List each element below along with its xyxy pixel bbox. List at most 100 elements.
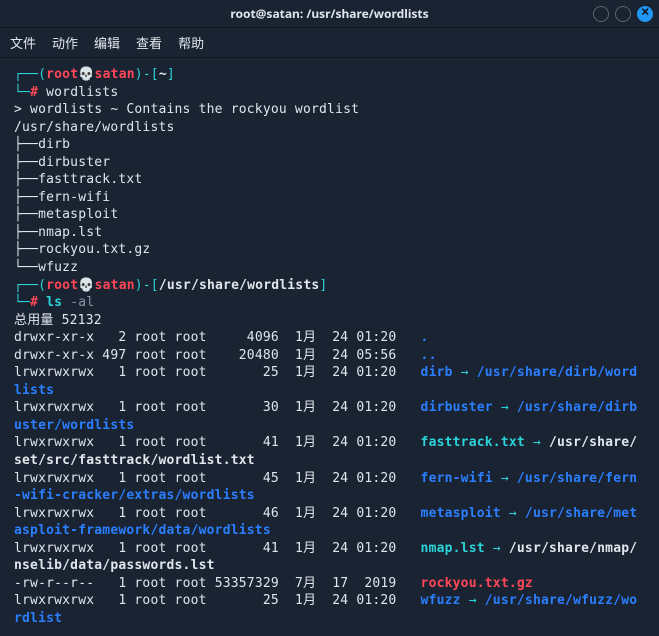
menubar: 文件 动作 编辑 查看 帮助 — [0, 28, 659, 58]
arrow-icon: → — [461, 593, 485, 608]
ls-links: 1 — [102, 541, 134, 556]
ls-name: dirb — [421, 365, 453, 380]
terminal-output[interactable]: ┌──(root💀satan)-[~]└─# wordlists> wordli… — [0, 58, 659, 636]
ls-links: 2 — [102, 330, 134, 345]
menu-actions[interactable]: 动作 — [52, 33, 78, 52]
arrow-icon: → — [501, 506, 525, 521]
ls-links: 1 — [102, 400, 134, 415]
window-controls — [593, 6, 653, 22]
menu-view[interactable]: 查看 — [136, 33, 162, 52]
ls-links: 497 — [102, 348, 134, 363]
menu-help[interactable]: 帮助 — [178, 33, 204, 52]
ls-owner: root root — [134, 593, 214, 608]
ls-size: 46 — [215, 506, 295, 521]
ls-links: 1 — [102, 576, 134, 591]
ls-size: 53357329 — [215, 576, 295, 591]
ls-date: 1月 24 01:20 — [295, 593, 421, 608]
maximize-button[interactable] — [615, 6, 631, 22]
ls-date: 1月 24 01:20 — [295, 400, 421, 415]
titlebar: root@satan: /usr/share/wordlists — [0, 0, 659, 28]
ls-owner: root root — [134, 471, 214, 486]
ls-owner: root root — [134, 330, 214, 345]
ls-links: 1 — [102, 471, 134, 486]
ls-links: 1 — [102, 435, 134, 450]
ls-name: rockyou.txt.gz — [421, 576, 533, 591]
ls-name: nmap.lst — [421, 541, 485, 556]
ls-links: 1 — [102, 593, 134, 608]
ls-owner: root root — [134, 348, 214, 363]
ls-date: 1月 24 01:20 — [295, 435, 421, 450]
menu-edit[interactable]: 编辑 — [94, 33, 120, 52]
ls-perm: lrwxrwxrwx — [14, 593, 102, 608]
ls-perm: lrwxrwxrwx — [14, 506, 102, 521]
tree-item: ├──metasploit — [14, 207, 118, 222]
prompt-path: /usr/share/wordlists — [159, 278, 320, 293]
ls-owner: root root — [134, 576, 214, 591]
cmd-ls: ls — [38, 295, 70, 310]
ls-name: wfuzz — [421, 593, 461, 608]
menu-file[interactable]: 文件 — [10, 33, 36, 52]
ls-size: 30 — [215, 400, 295, 415]
ls-name: metasploit — [421, 506, 501, 521]
ls-date: 1月 24 01:20 — [295, 541, 421, 556]
ls-date: 1月 24 01:20 — [295, 365, 421, 380]
ls-perm: lrwxrwxrwx — [14, 365, 102, 380]
prompt-open: ┌──( — [14, 67, 46, 82]
ls-links: 1 — [102, 365, 134, 380]
ls-perm: lrwxrwxrwx — [14, 471, 102, 486]
ls-date: 1月 24 05:56 — [295, 348, 421, 363]
tree-item: ├──nmap.lst — [14, 225, 102, 240]
ls-owner: root root — [134, 365, 214, 380]
ls-name: fern-wifi — [421, 471, 493, 486]
ls-size: 41 — [215, 435, 295, 450]
cmd-flag: -al — [70, 295, 94, 310]
ls-size: 41 — [215, 541, 295, 556]
prompt-host: satan — [95, 67, 135, 82]
ls-perm: drwxr-xr-x — [14, 330, 102, 345]
cmd-wordlists: wordlists — [38, 85, 118, 100]
ls-size: 45 — [215, 471, 295, 486]
ls-owner: root root — [134, 400, 214, 415]
tree-item: ├──dirbuster — [14, 155, 110, 170]
ls-date: 7月 17 2019 — [295, 576, 421, 591]
prompt-hash: # — [30, 85, 38, 100]
desc-line: > wordlists ~ Contains the rockyou wordl… — [14, 102, 359, 117]
tree-item: └──wfuzz — [14, 260, 78, 275]
window-title: root@satan: /usr/share/wordlists — [230, 5, 428, 22]
ls-perm: -rw-r--r-- — [14, 576, 102, 591]
ls-size: 20480 — [215, 348, 295, 363]
minimize-button[interactable] — [593, 6, 609, 22]
tree-item: ├──fern-wifi — [14, 190, 110, 205]
ls-date: 1月 24 01:20 — [295, 330, 421, 345]
ls-name: fasttrack.txt — [421, 435, 525, 450]
tree-item: ├──rockyou.txt.gz — [14, 242, 150, 257]
ls-size: 25 — [215, 365, 295, 380]
desc-path: /usr/share/wordlists — [14, 120, 175, 135]
ls-owner: root root — [134, 541, 214, 556]
prompt-user: root — [46, 67, 78, 82]
close-button[interactable] — [637, 6, 653, 22]
ls-size: 25 — [215, 593, 295, 608]
ls-name: . — [421, 330, 429, 345]
arrow-icon: → — [525, 435, 549, 450]
ls-perm: lrwxrwxrwx — [14, 541, 102, 556]
ls-owner: root root — [134, 506, 214, 521]
arrow-icon: → — [453, 365, 477, 380]
ls-name: .. — [421, 348, 437, 363]
ls-size: 4096 — [215, 330, 295, 345]
tree-item: ├──fasttrack.txt — [14, 172, 142, 187]
ls-perm: lrwxrwxrwx — [14, 435, 102, 450]
ls-links: 1 — [102, 506, 134, 521]
skull-icon: 💀 — [78, 278, 94, 293]
ls-perm: drwxr-xr-x — [14, 348, 102, 363]
ls-date: 1月 24 01:20 — [295, 471, 421, 486]
arrow-icon: → — [493, 400, 517, 415]
ls-total: 总用量 52132 — [14, 313, 102, 328]
ls-owner: root root — [134, 435, 214, 450]
ls-perm: lrwxrwxrwx — [14, 400, 102, 415]
skull-icon: 💀 — [78, 67, 94, 82]
prompt-path: ~ — [159, 67, 167, 82]
ls-name: dirbuster — [421, 400, 493, 415]
arrow-icon: → — [485, 541, 509, 556]
ls-date: 1月 24 01:20 — [295, 506, 421, 521]
